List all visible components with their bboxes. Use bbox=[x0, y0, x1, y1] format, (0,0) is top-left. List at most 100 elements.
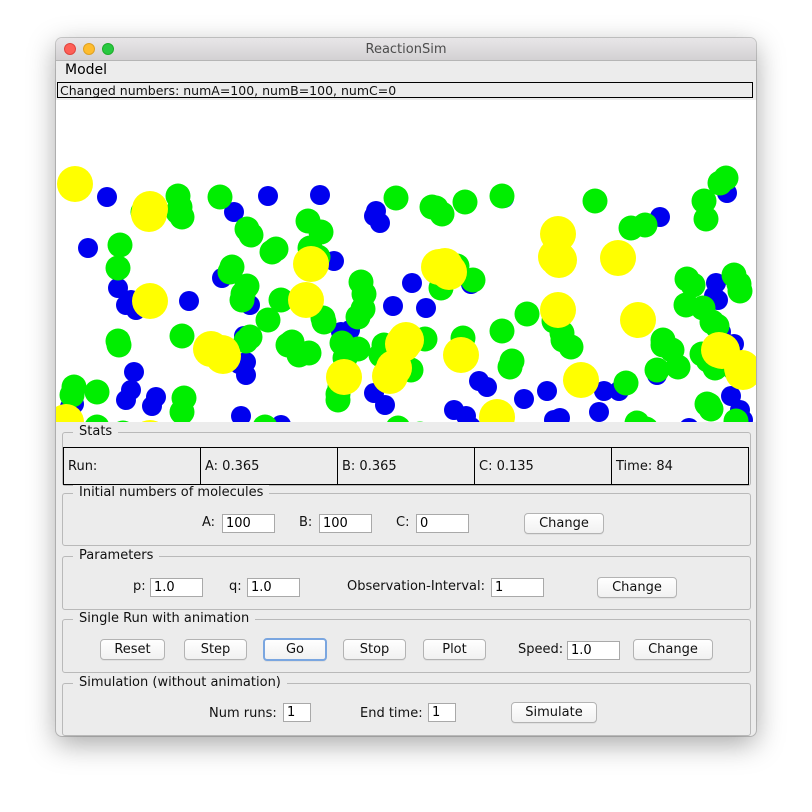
molecule bbox=[416, 421, 424, 422]
molecule bbox=[416, 298, 436, 318]
molecule bbox=[131, 196, 167, 232]
q-label: q: bbox=[229, 579, 242, 594]
molecule bbox=[310, 185, 330, 205]
molecule bbox=[179, 291, 199, 311]
molecule bbox=[204, 335, 240, 371]
step-button[interactable]: Step bbox=[184, 639, 247, 660]
molecule bbox=[105, 255, 131, 281]
molecule bbox=[59, 382, 85, 408]
molecule bbox=[293, 246, 329, 282]
molecule bbox=[489, 318, 515, 344]
stop-button[interactable]: Stop bbox=[343, 639, 406, 660]
molecule bbox=[681, 418, 697, 422]
molecule bbox=[489, 183, 515, 209]
stats-legend: Stats bbox=[73, 424, 119, 439]
single-run-panel: Single Run with animation Reset Step Go … bbox=[62, 611, 751, 673]
molecule bbox=[132, 283, 168, 319]
molecule bbox=[238, 222, 264, 248]
window-title: ReactionSim bbox=[365, 42, 447, 57]
speed-input[interactable] bbox=[567, 641, 620, 660]
molecule bbox=[142, 396, 162, 416]
molecule bbox=[589, 402, 609, 422]
go-button[interactable]: Go bbox=[263, 638, 327, 661]
molecule bbox=[558, 334, 584, 360]
molecule bbox=[383, 296, 403, 316]
molecule bbox=[370, 213, 390, 233]
molecule bbox=[259, 239, 285, 265]
molecule bbox=[169, 204, 195, 230]
observation-interval-input[interactable] bbox=[491, 578, 544, 597]
molecule bbox=[563, 362, 599, 398]
simulation-legend: Simulation (without animation) bbox=[73, 675, 287, 690]
molecule bbox=[452, 189, 478, 215]
observation-interval-label: Observation-Interval: bbox=[347, 579, 486, 594]
menu-bar: Model bbox=[56, 61, 756, 81]
molecule bbox=[141, 420, 159, 422]
a-label: A: bbox=[202, 515, 216, 530]
parameters-legend: Parameters bbox=[73, 548, 160, 563]
title-bar[interactable]: ReactionSim bbox=[56, 38, 756, 61]
q-input[interactable] bbox=[247, 578, 300, 597]
menu-model[interactable]: Model bbox=[65, 62, 107, 78]
b-count-input[interactable] bbox=[319, 514, 372, 533]
molecule bbox=[236, 365, 256, 385]
molecule bbox=[402, 273, 422, 293]
stat-time: Time: 84 bbox=[611, 448, 748, 484]
molecule bbox=[499, 348, 525, 374]
simulation-canvas bbox=[56, 100, 756, 422]
stat-b: B: 0.365 bbox=[337, 448, 474, 484]
molecule bbox=[345, 304, 371, 330]
initial-change-button[interactable]: Change bbox=[524, 513, 604, 534]
molecule bbox=[207, 184, 233, 210]
initial-legend: Initial numbers of molecules bbox=[73, 485, 270, 500]
molecule bbox=[106, 332, 132, 358]
molecule bbox=[229, 287, 255, 313]
c-count-input[interactable] bbox=[416, 514, 469, 533]
simulation-panel: Simulation (without animation) Num runs:… bbox=[62, 675, 751, 736]
molecule bbox=[288, 282, 324, 318]
molecule bbox=[107, 232, 133, 258]
molecule bbox=[78, 238, 98, 258]
molecule bbox=[618, 215, 644, 241]
molecule bbox=[253, 414, 277, 422]
end-time-input[interactable] bbox=[428, 703, 456, 722]
status-message: Changed numbers: numA=100, numB=100, num… bbox=[57, 82, 753, 98]
parameters-panel: Parameters p: q: Observation-Interval: C… bbox=[62, 548, 751, 610]
end-time-label: End time: bbox=[360, 706, 423, 721]
molecule bbox=[117, 420, 129, 422]
molecule bbox=[613, 370, 639, 396]
reset-button[interactable]: Reset bbox=[100, 639, 165, 660]
molecule-field bbox=[56, 165, 756, 422]
molecule bbox=[258, 186, 278, 206]
plot-button[interactable]: Plot bbox=[423, 639, 486, 660]
molecule bbox=[231, 406, 251, 422]
num-runs-label: Num runs: bbox=[209, 706, 277, 721]
molecule bbox=[443, 337, 479, 373]
molecule bbox=[383, 185, 409, 211]
stats-row: Run: A: 0.365 B: 0.365 C: 0.135 Time: 84 bbox=[63, 447, 749, 485]
molecule bbox=[326, 359, 362, 395]
molecule bbox=[169, 323, 195, 349]
molecule bbox=[116, 390, 136, 410]
molecule bbox=[600, 240, 636, 276]
a-count-input[interactable] bbox=[222, 514, 275, 533]
stat-c: C: 0.135 bbox=[474, 448, 611, 484]
molecule bbox=[97, 187, 117, 207]
p-input[interactable] bbox=[150, 578, 203, 597]
stat-run: Run: bbox=[68, 458, 98, 474]
stat-a: A: 0.365 bbox=[200, 448, 337, 484]
molecule bbox=[696, 392, 722, 418]
num-runs-input[interactable] bbox=[283, 703, 311, 722]
parameters-change-button[interactable]: Change bbox=[597, 577, 677, 598]
speed-change-button[interactable]: Change bbox=[633, 639, 713, 660]
molecule bbox=[429, 201, 455, 227]
molecule bbox=[620, 302, 656, 338]
molecule bbox=[537, 381, 557, 401]
molecule bbox=[514, 389, 534, 409]
single-run-legend: Single Run with animation bbox=[73, 611, 256, 626]
molecule bbox=[538, 239, 574, 275]
molecule bbox=[514, 301, 540, 327]
molecule bbox=[84, 379, 110, 405]
simulate-button[interactable]: Simulate bbox=[511, 702, 597, 723]
molecule bbox=[707, 170, 733, 196]
